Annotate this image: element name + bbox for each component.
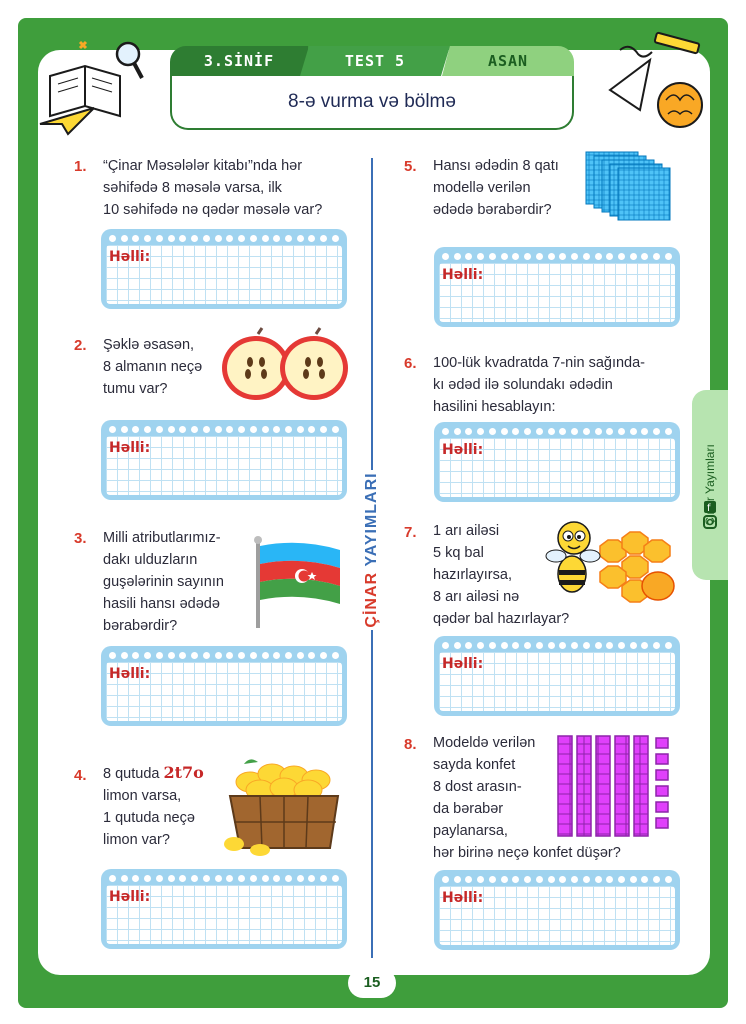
answer-label: Həlli: bbox=[442, 442, 484, 458]
brand-part2: YAYIMLARI bbox=[363, 472, 380, 567]
answer-label: Həlli: bbox=[442, 890, 484, 906]
question-line: Milli atributlarımız- bbox=[103, 530, 221, 546]
question-8-number: 8. bbox=[404, 736, 417, 753]
hundred-squares-model-image bbox=[585, 151, 671, 221]
azerbaijan-flag-image bbox=[254, 536, 340, 628]
publisher-side-tab: Çinar Yayımları bbox=[692, 390, 728, 580]
question-line: 8 qutuda 2t7o bbox=[103, 762, 204, 785]
apple-halves-image bbox=[222, 327, 348, 400]
binding-dots bbox=[442, 251, 672, 261]
ruler-brain-icon bbox=[608, 31, 703, 128]
binding-dots bbox=[442, 426, 672, 436]
question-line: səhifədə 8 məsələ varsa, ilk bbox=[103, 180, 282, 196]
answer-box-1[interactable]: Həlli: bbox=[101, 229, 347, 309]
answer-box-2[interactable]: Həlli: bbox=[101, 420, 347, 500]
question-line: 1 qutuda neçə bbox=[103, 810, 195, 826]
question-line: hər birinə neçə konfet düşər? bbox=[433, 845, 621, 861]
question-2-number: 2. bbox=[74, 337, 87, 354]
binding-dots bbox=[442, 874, 672, 884]
question-line: guşələrinin sayının bbox=[103, 574, 224, 590]
bee-honeycomb-image bbox=[545, 521, 675, 603]
question-7-number: 7. bbox=[404, 524, 417, 541]
answer-box-4[interactable]: Həlli: bbox=[101, 869, 347, 949]
question-5-text: Hansı ədədin 8 qatı modellə verilən ədəd… bbox=[433, 155, 559, 221]
question-line: hasilini hesablayın: bbox=[433, 399, 556, 415]
binding-dots bbox=[109, 873, 339, 883]
binding-dots bbox=[109, 424, 339, 434]
instagram-icon bbox=[703, 515, 717, 529]
question-2-text: Şəklə əsasən, 8 almanın neçə tumu var? bbox=[103, 334, 202, 400]
question-6-text: 100-lük kvadratda 7-nin sağında- kı ədəd… bbox=[433, 352, 645, 418]
magnifier-icon bbox=[115, 41, 144, 79]
answer-label: Həlli: bbox=[109, 666, 151, 682]
answer-box-7[interactable]: Həlli: bbox=[434, 636, 680, 716]
tens-rods-model-image bbox=[557, 735, 669, 837]
page-title: 8-ə vurma və bölmə bbox=[170, 76, 574, 130]
question-line-prefix: 8 qutuda bbox=[103, 766, 164, 782]
question-line: 8 almanın neçə bbox=[103, 359, 203, 375]
question-line: Şəklə əsasən, bbox=[103, 337, 195, 353]
question-4-text: 8 qutuda 2t7o limon varsa, 1 qutuda neçə… bbox=[103, 762, 204, 851]
question-line: dakı ulduzların bbox=[103, 552, 198, 568]
brand-label: ÇİNAR YAYIMLARI bbox=[350, 470, 394, 630]
paper-plane-icon bbox=[39, 107, 95, 136]
answer-label: Həlli: bbox=[442, 656, 484, 672]
question-5-number: 5. bbox=[404, 158, 417, 175]
question-4-number: 4. bbox=[74, 767, 87, 784]
question-line: 100-lük kvadratda 7-nin sağında- bbox=[433, 355, 645, 371]
answer-box-5[interactable]: Həlli: bbox=[434, 247, 680, 327]
answer-label: Həlli: bbox=[442, 267, 484, 283]
brand-part1: ÇİNAR bbox=[363, 571, 380, 628]
svg-text:f: f bbox=[707, 503, 711, 514]
question-line: modellə verilən bbox=[433, 180, 531, 196]
question-line: tumu var? bbox=[103, 381, 168, 397]
highlighted-number: 2t7o bbox=[163, 763, 204, 782]
question-1-text: “Çinar Məsələlər kitabı”nda hər səhifədə… bbox=[103, 155, 322, 221]
answer-box-8[interactable]: Həlli: bbox=[434, 870, 680, 950]
question-line: hasili hansı ədədə bbox=[103, 596, 220, 612]
binding-dots bbox=[442, 640, 672, 650]
page-number: 15 bbox=[348, 968, 396, 998]
question-line: bərabərdir? bbox=[103, 618, 178, 634]
question-line: qədər bal hazırlayar? bbox=[433, 611, 570, 627]
header-tabs: 3.SİNİF TEST 5 ASAN bbox=[170, 46, 574, 76]
question-1-number: 1. bbox=[74, 158, 87, 175]
binding-dots bbox=[109, 233, 339, 243]
question-line: ədədə bərabərdir? bbox=[433, 202, 552, 218]
question-line: limon var? bbox=[103, 832, 170, 848]
question-line: “Çinar Məsələlər kitabı”nda hər bbox=[103, 158, 303, 174]
binding-dots bbox=[109, 650, 339, 660]
question-line: limon varsa, bbox=[103, 788, 182, 804]
level-tab: ASAN bbox=[442, 46, 574, 76]
question-line: kı ədəd ilə solundakı ədədin bbox=[433, 377, 613, 393]
social-icons: f bbox=[703, 501, 717, 529]
answer-box-3[interactable]: Həlli: bbox=[101, 646, 347, 726]
question-line: 10 səhifədə nə qədər məsələ var? bbox=[103, 202, 323, 218]
answer-box-6[interactable]: Həlli: bbox=[434, 422, 680, 502]
question-line: Hansı ədədin 8 qatı bbox=[433, 158, 559, 174]
answer-label: Həlli: bbox=[109, 440, 151, 456]
answer-label: Həlli: bbox=[109, 889, 151, 905]
question-3-text: Milli atributlarımız- dakı ulduzların gu… bbox=[103, 527, 224, 637]
grade-tab: 3.SİNİF bbox=[170, 46, 308, 76]
answer-label: Həlli: bbox=[109, 249, 151, 265]
test-tab: TEST 5 bbox=[300, 46, 450, 76]
question-6-number: 6. bbox=[404, 355, 417, 372]
question-3-number: 3. bbox=[74, 530, 87, 547]
lemon-crate-image bbox=[224, 759, 340, 856]
